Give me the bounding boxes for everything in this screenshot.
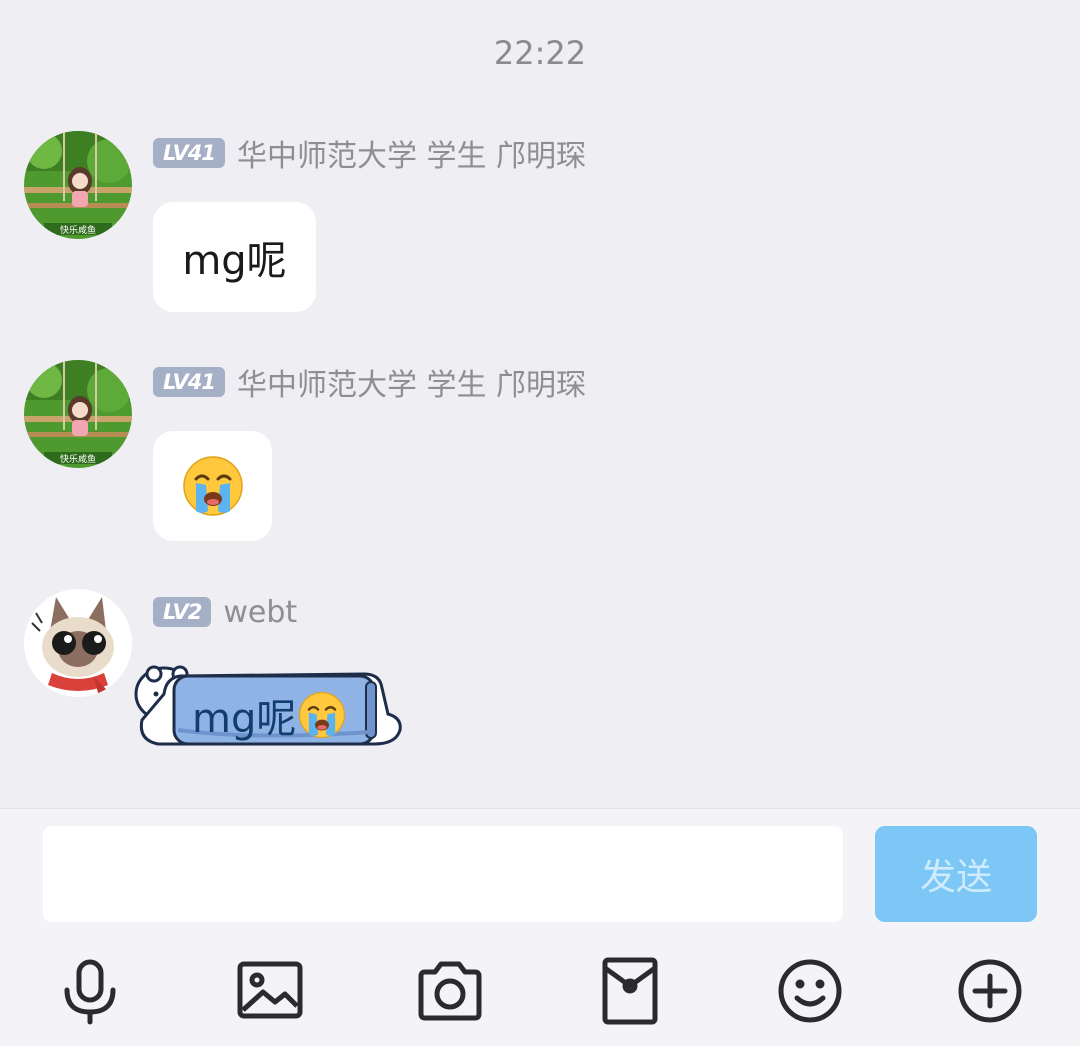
camera-icon[interactable] — [415, 956, 485, 1026]
sender-name[interactable]: webt — [223, 595, 297, 630]
level-badge: LV41 — [153, 138, 225, 168]
sender-name[interactable]: 华中师范大学 学生 邝明琛 — [237, 131, 586, 175]
svg-text:快乐咸鱼: 快乐咸鱼 — [60, 224, 96, 236]
toolbar — [0, 956, 1080, 1026]
sender-name[interactable]: 华中师范大学 学生 邝明琛 — [237, 360, 586, 404]
emoji-icon[interactable] — [775, 956, 845, 1026]
message-text: mg呢 — [182, 238, 287, 284]
level-badge: LV2 — [153, 597, 212, 627]
microphone-icon[interactable] — [55, 956, 125, 1026]
level-badge: LV41 — [153, 367, 225, 397]
message-input[interactable] — [43, 826, 843, 922]
chat-timestamp: 22:22 — [493, 34, 587, 72]
input-bar: 发送 — [0, 808, 1080, 1046]
red-packet-icon[interactable] — [595, 956, 665, 1026]
anime-girl-swing-avatar-icon[interactable]: 快乐咸鱼 — [24, 360, 132, 468]
plus-icon[interactable] — [955, 956, 1025, 1026]
siamese-cat-avatar-icon[interactable] — [24, 589, 132, 697]
send-button[interactable]: 发送 — [875, 826, 1037, 922]
message-bubble[interactable] — [153, 431, 272, 541]
sticker-text: mg呢 — [192, 686, 346, 744]
loudly-crying-face-emoji — [182, 456, 243, 516]
anime-girl-swing-avatar-icon[interactable]: 快乐咸鱼 — [24, 131, 132, 239]
svg-text:快乐咸鱼: 快乐咸鱼 — [60, 453, 96, 465]
image-icon[interactable] — [235, 956, 305, 1026]
message-bubble[interactable]: mg呢 — [153, 202, 316, 312]
loudly-crying-face-emoji — [299, 691, 346, 739]
